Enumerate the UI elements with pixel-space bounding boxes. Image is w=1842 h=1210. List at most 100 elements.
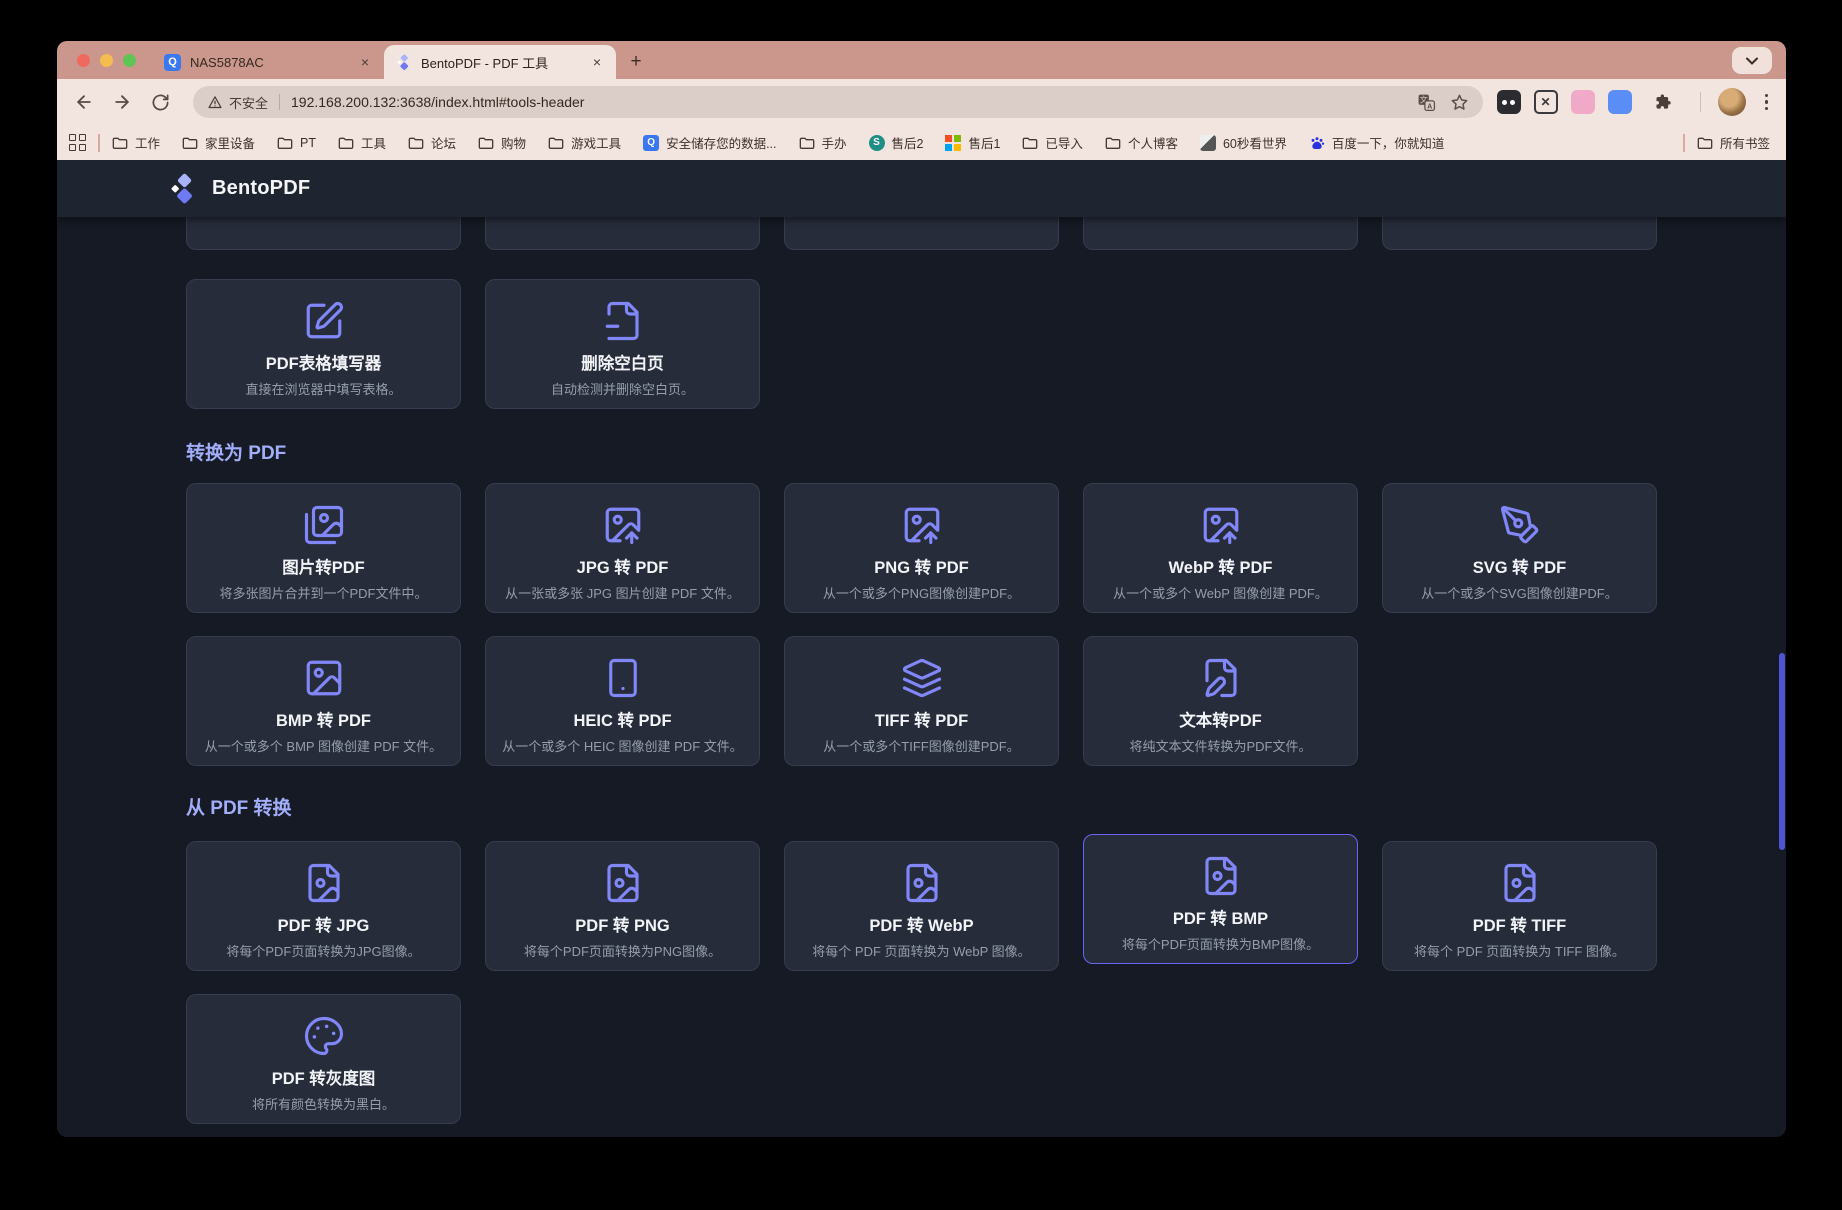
tool-card[interactable]: 文本转PDF将纯文本文件转换为PDF文件。	[1083, 636, 1358, 766]
tool-card[interactable]: HEIC 转 PDF从一个或多个 HEIC 图像创建 PDF 文件。	[485, 636, 760, 766]
tab-bentopdf[interactable]: BentoPDF - PDF 工具 ×	[384, 45, 616, 79]
tool-card[interactable]: JPG 转 PDF从一张或多张 JPG 图片创建 PDF 文件。	[485, 483, 760, 613]
bookmark-item[interactable]: 论坛	[408, 133, 456, 152]
card-description: 将每个PDF页面转换为PNG图像。	[524, 943, 721, 960]
bookmark-item[interactable]: 个人博客	[1105, 133, 1178, 152]
tool-card-grid: PDF表格填写器直接在浏览器中填写表格。删除空白页自动检测并删除空白页。	[186, 279, 1657, 409]
bookmark-item[interactable]: PT	[277, 136, 316, 150]
tool-card[interactable]: 更改PDF文件的背景颜色。	[186, 217, 461, 250]
translate-icon[interactable]: 文 A	[1417, 93, 1436, 112]
card-title: PDF 转 BMP	[1173, 909, 1268, 929]
bentopdf-favicon	[396, 54, 412, 71]
bookmark-item[interactable]: Q安全储存您的数据...	[643, 133, 776, 152]
bookmark-star-icon[interactable]	[1450, 93, 1469, 112]
microsoft-icon	[945, 135, 961, 151]
forward-button[interactable]	[106, 86, 138, 118]
reload-button[interactable]	[144, 86, 176, 118]
images-icon	[303, 504, 345, 546]
close-tab-icon[interactable]: ×	[588, 53, 606, 71]
folder-icon	[1697, 136, 1713, 150]
brand[interactable]: BentoPDF	[169, 173, 310, 205]
bookmark-label: 个人博客	[1128, 133, 1178, 152]
tool-card[interactable]: PDF 转 PNG将每个PDF页面转换为PNG图像。	[485, 841, 760, 971]
bookmark-item[interactable]: 60秒看世界	[1200, 133, 1287, 152]
extension-icon[interactable]	[1571, 90, 1595, 114]
card-title: SVG 转 PDF	[1473, 558, 1567, 578]
svg-text:A: A	[1427, 102, 1432, 110]
bookmark-item[interactable]: 游戏工具	[548, 133, 621, 152]
tool-card[interactable]: 删除评论、高亮和链接。	[1083, 217, 1358, 250]
card-description: 从一个或多个 WebP 图像创建 PDF。	[1113, 585, 1328, 602]
qnap-icon: Q	[643, 135, 659, 151]
tool-card[interactable]: 删除空白页自动检测并删除空白页。	[485, 279, 760, 409]
bookmark-item[interactable]: 百度一下，你就知道	[1309, 133, 1445, 152]
card-description: 将每个 PDF 页面转换为 TIFF 图像。	[1414, 943, 1625, 960]
file-image-icon	[901, 862, 943, 904]
close-window-button[interactable]	[77, 54, 90, 67]
tool-card[interactable]: PDF 转灰度图将所有颜色转换为黑白。	[186, 994, 461, 1124]
card-title: JPG 转 PDF	[577, 558, 669, 578]
bookmark-item[interactable]: 工作	[112, 133, 160, 152]
apps-grid-icon[interactable]	[69, 134, 86, 151]
card-description: 将纯文本文件转换为PDF文件。	[1129, 738, 1311, 755]
folder-icon	[277, 136, 293, 150]
divider	[1683, 134, 1685, 152]
card-title: PDF表格填写器	[266, 354, 382, 374]
all-bookmarks-button[interactable]: 所有书签	[1697, 133, 1770, 152]
card-title: PDF 转 WebP	[869, 916, 973, 936]
security-chip[interactable]: 不安全	[207, 93, 268, 112]
close-tab-icon[interactable]: ×	[356, 53, 374, 71]
page-scrollbar[interactable]	[1779, 653, 1785, 850]
tool-card[interactable]: PDF 转 JPG将每个PDF页面转换为JPG图像。	[186, 841, 461, 971]
tab-title: NAS5878AC	[190, 55, 347, 70]
tab-nas[interactable]: Q NAS5878AC ×	[152, 45, 384, 79]
section-heading: 转换为 PDF	[186, 438, 1657, 465]
address-bar[interactable]: 不安全 192.168.200.132:3638/index.html#tool…	[193, 86, 1483, 118]
tool-card[interactable]: PNG 转 PDF从一个或多个PNG图像创建PDF。	[784, 483, 1059, 613]
tool-card[interactable]: 图片转PDF将多张图片合并到一个PDF文件中。	[186, 483, 461, 613]
divider	[98, 134, 100, 152]
bookmark-item[interactable]: 家里设备	[182, 133, 255, 152]
file-image-icon	[303, 862, 345, 904]
new-tab-button[interactable]: +	[622, 48, 650, 76]
profile-avatar[interactable]	[1718, 88, 1746, 116]
extension-icon[interactable]	[1497, 90, 1521, 114]
palette-icon	[303, 1015, 345, 1057]
browser-window: Q NAS5878AC × BentoPDF - PDF 工具 × +	[57, 41, 1786, 1137]
tool-card[interactable]: PDF 转 TIFF将每个 PDF 页面转换为 TIFF 图像。	[1382, 841, 1657, 971]
bookmarks-bar: 工作 家里设备 PT 工具 论坛 购物 游戏工具 Q安全储存您的数据... 手办 S售后2 售后1 已…	[57, 125, 1786, 160]
card-description: 将每个 PDF 页面转换为 WebP 图像。	[812, 943, 1030, 960]
tool-card[interactable]: 更改PDF文件中的文本颜色。	[485, 217, 760, 250]
tool-card[interactable]: PDF 转 BMP将每个PDF页面转换为BMP图像。	[1083, 834, 1358, 964]
tool-card[interactable]: BMP 转 PDF从一个或多个 BMP 图像创建 PDF 文件。	[186, 636, 461, 766]
tool-card[interactable]: 绘制、输入或上传您的签名。	[784, 217, 1059, 250]
tab-search-button[interactable]	[1732, 47, 1772, 74]
card-description: 从一个或多个 HEIC 图像创建 PDF 文件。	[502, 738, 743, 755]
bookmark-label: 60秒看世界	[1223, 133, 1287, 152]
bookmark-item[interactable]: 售后1	[945, 133, 1000, 152]
extensions-button[interactable]	[1648, 86, 1680, 118]
extension-icon[interactable]: ✕	[1534, 90, 1558, 114]
card-title: WebP 转 PDF	[1169, 558, 1273, 578]
tool-card[interactable]: PDF表格填写器直接在浏览器中填写表格。	[186, 279, 461, 409]
tool-card[interactable]: 修剪PDF文件中每一页的页边距。	[1382, 217, 1657, 250]
puzzle-icon	[1654, 92, 1674, 112]
tool-card[interactable]: WebP 转 PDF 从一个或多个 WebP 图像创建 PDF。	[1083, 483, 1358, 613]
zoom-window-button[interactable]	[123, 54, 136, 67]
bookmark-item[interactable]: S售后2	[869, 133, 924, 152]
extension-icon[interactable]	[1608, 90, 1632, 114]
browser-menu-button[interactable]	[1759, 94, 1775, 111]
extensions-row: ✕	[1497, 86, 1775, 118]
back-button[interactable]	[68, 86, 100, 118]
minimize-window-button[interactable]	[100, 54, 113, 67]
tool-card[interactable]: TIFF 转 PDF从一个或多个TIFF图像创建PDF。	[784, 636, 1059, 766]
tool-card[interactable]: PDF 转 WebP 将每个 PDF 页面转换为 WebP 图像。	[784, 841, 1059, 971]
bookmark-item[interactable]: 购物	[478, 133, 526, 152]
bookmark-item[interactable]: 已导入	[1022, 133, 1083, 152]
layers-icon	[901, 657, 943, 699]
folder-icon	[182, 136, 198, 150]
forward-icon	[112, 92, 132, 112]
bookmark-item[interactable]: 工具	[338, 133, 386, 152]
tool-card[interactable]: SVG 转 PDF从一个或多个SVG图像创建PDF。	[1382, 483, 1657, 613]
bookmark-item[interactable]: 手办	[799, 133, 847, 152]
